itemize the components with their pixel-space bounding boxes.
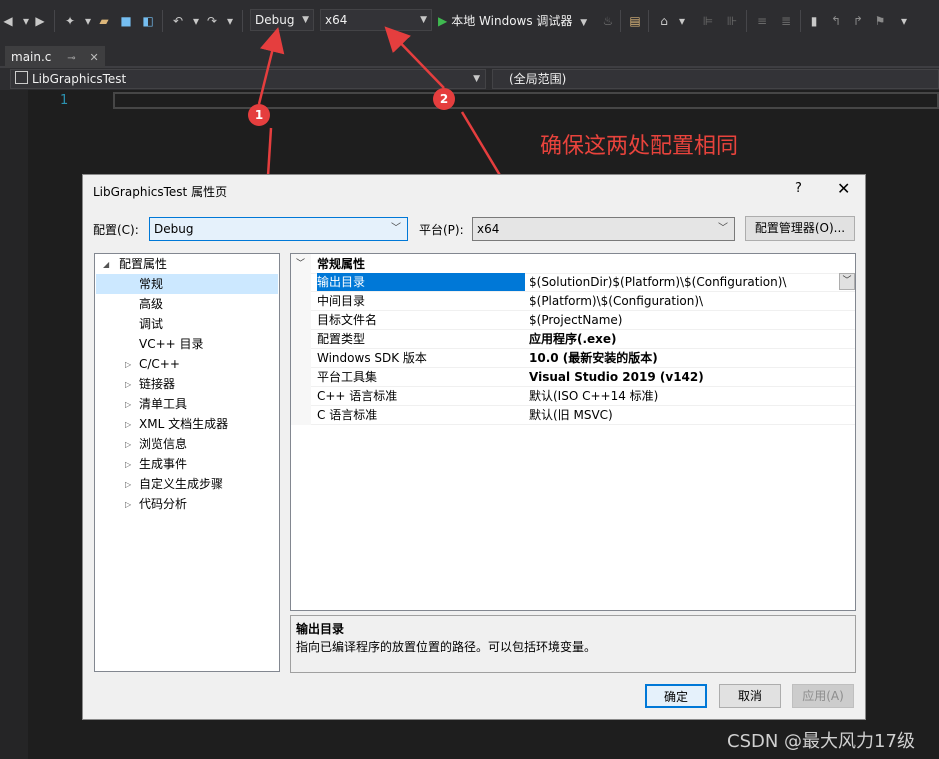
annotation-text: 确保这两处配置相同 — [540, 134, 739, 159]
grid-row-value: Visual Studio 2019 (v142) — [529, 370, 704, 384]
arrow-1-to-toolbar-config — [257, 27, 285, 105]
tree-item-linker[interactable]: 链接器 — [139, 374, 175, 394]
tree-item-xml-doc[interactable]: XML 文档生成器 — [139, 414, 228, 434]
annotation-badge-1: 1 — [248, 104, 270, 126]
config-manager-button[interactable]: 配置管理器(O)... — [745, 216, 855, 241]
grid-row-name: Windows SDK 版本 — [317, 351, 427, 365]
grid-row-name: 配置类型 — [317, 332, 366, 346]
grid-row-value: $(Platform)\$(Configuration)\ — [529, 294, 704, 308]
grid-row-value: 默认(旧 MSVC) — [529, 408, 613, 422]
chevron-down-icon: ﹀ — [391, 223, 401, 234]
property-pages-dialog: LibGraphicsTest 属性页 ? ✕ 配置(C): Debug ﹀ 平… — [82, 174, 866, 720]
apply-button[interactable]: 应用(A) — [792, 684, 854, 708]
grid-row-value: 应用程序(.exe) — [529, 332, 617, 346]
help-button[interactable]: ? — [795, 181, 802, 196]
tree-item-advanced[interactable]: 高级 — [139, 294, 163, 314]
grid-row-value: $(ProjectName) — [529, 313, 623, 327]
tree-item-browse-info[interactable]: 浏览信息 — [139, 434, 187, 454]
grid-row-name: C++ 语言标准 — [317, 389, 398, 403]
grid-gutter — [291, 254, 311, 425]
tree-item-vc-directories[interactable]: VC++ 目录 — [139, 334, 204, 354]
grid-row-target-name[interactable]: 目标文件名 $(ProjectName) — [311, 311, 855, 330]
grid-row-intermediate-dir[interactable]: 中间目录 $(Platform)\$(Configuration)\ — [311, 292, 855, 311]
platform-label: 平台(P): — [419, 223, 464, 237]
ok-button[interactable]: 确定 — [645, 684, 707, 708]
expanded-arrow-icon[interactable]: ◢ — [103, 260, 109, 269]
dialog-title: LibGraphicsTest 属性页 — [93, 185, 228, 199]
cancel-button[interactable]: 取消 — [719, 684, 781, 708]
expanded-chevron-icon[interactable]: ﹀ — [296, 256, 305, 269]
config-dropdown[interactable]: Debug ﹀ — [149, 217, 408, 241]
grid-row-output-dir[interactable]: 输出目录 $(SolutionDir)$(Platform)\$(Configu… — [311, 273, 855, 292]
grid-row-value: 默认(ISO C++14 标准) — [529, 389, 659, 403]
grid-category-row: 常规属性 — [291, 254, 855, 274]
grid-row-value: 10.0 (最新安装的版本) — [529, 351, 658, 365]
description-title: 输出目录 — [296, 622, 345, 636]
tree-item-c-cpp[interactable]: C/C++ — [139, 354, 180, 374]
grid-row-name: C 语言标准 — [317, 408, 378, 422]
grid-row-name: 目标文件名 — [317, 313, 378, 327]
collapsed-arrow-icon[interactable]: ▷ — [125, 360, 131, 369]
collapsed-arrow-icon[interactable]: ▷ — [125, 500, 131, 509]
collapsed-arrow-icon[interactable]: ▷ — [125, 480, 131, 489]
tree-item-code-analysis[interactable]: 代码分析 — [139, 494, 187, 514]
collapsed-arrow-icon[interactable]: ▷ — [125, 400, 131, 409]
grid-row-name: 平台工具集 — [317, 370, 378, 384]
property-description: 输出目录 指向已编译程序的放置位置的路径。可以包括环境变量。 — [290, 615, 856, 673]
watermark: CSDN @最大风力17级 — [727, 731, 915, 752]
grid-row-value: $(SolutionDir)$(Platform)\$(Configuratio… — [529, 275, 787, 289]
grid-row-cpp-standard[interactable]: C++ 语言标准 默认(ISO C++14 标准) — [311, 387, 855, 406]
tree-item-custom-build[interactable]: 自定义生成步骤 — [139, 474, 223, 494]
platform-value: x64 — [477, 222, 500, 236]
collapsed-arrow-icon[interactable]: ▷ — [125, 460, 131, 469]
tree-item-debugging[interactable]: 调试 — [139, 314, 163, 334]
grid-row-c-standard[interactable]: C 语言标准 默认(旧 MSVC) — [311, 406, 855, 425]
chevron-down-icon: ﹀ — [718, 223, 728, 234]
tree-item-manifest-tool[interactable]: 清单工具 — [139, 394, 187, 414]
collapsed-arrow-icon[interactable]: ▷ — [125, 440, 131, 449]
grid-row-name: 输出目录 — [317, 273, 525, 291]
property-grid: ﹀ 常规属性 输出目录 $(SolutionDir)$(Platform)\$(… — [290, 253, 856, 611]
tree-item-root[interactable]: 配置属性 — [119, 254, 167, 274]
grid-row-platform-toolset[interactable]: 平台工具集 Visual Studio 2019 (v142) — [311, 368, 855, 387]
description-text: 指向已编译程序的放置位置的路径。可以包括环境变量。 — [296, 640, 597, 654]
config-value: Debug — [154, 222, 194, 236]
platform-dropdown[interactable]: x64 ﹀ — [472, 217, 735, 241]
grid-category-label: 常规属性 — [317, 257, 366, 271]
config-label: 配置(C): — [93, 223, 139, 237]
tree-item-general[interactable]: 常规 — [96, 274, 278, 294]
tree-item-label: 常规 — [139, 277, 164, 291]
collapsed-arrow-icon[interactable]: ▷ — [125, 380, 131, 389]
grid-row-config-type[interactable]: 配置类型 应用程序(.exe) — [311, 330, 855, 349]
value-dropdown-button[interactable]: ﹀ — [839, 273, 855, 290]
annotation-badge-2: 2 — [433, 88, 455, 110]
grid-row-name: 中间目录 — [317, 294, 366, 308]
close-button[interactable]: ✕ — [837, 179, 850, 198]
arrow-2-to-toolbar-platform — [384, 26, 445, 89]
tree-item-build-events[interactable]: 生成事件 — [139, 454, 187, 474]
property-tree: ◢ 配置属性 常规 高级 调试 VC++ 目录 ▷ C/C++ ▷ 链接器 ▷ … — [94, 253, 280, 672]
collapsed-arrow-icon[interactable]: ▷ — [125, 420, 131, 429]
grid-row-windows-sdk[interactable]: Windows SDK 版本 10.0 (最新安装的版本) — [311, 349, 855, 368]
